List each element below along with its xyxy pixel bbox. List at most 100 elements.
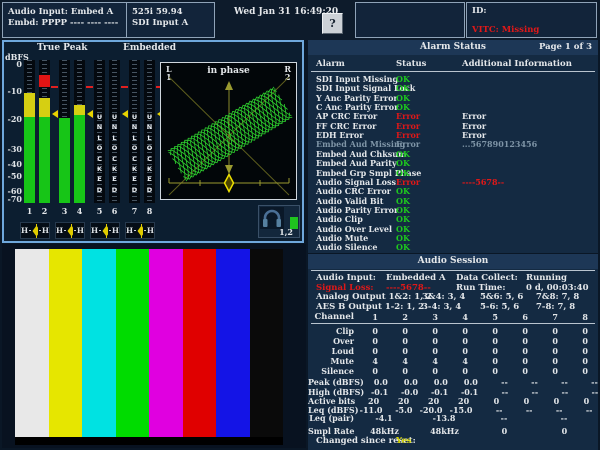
audio-meter-ch6: UNLOCKED [109,60,120,203]
channel-number-label: 1 [24,206,35,216]
session-cell: 0 [504,356,534,366]
session-cell: 0 [474,356,504,366]
session-row-label: Loud [308,346,354,356]
reference-marker [122,110,128,118]
changed-since-reset-value: Yes [396,436,412,446]
session-cell: 0 [444,366,474,376]
scale-tick-label: -20 [5,114,22,124]
session-cell: 0.0 [424,377,454,387]
session-cell: 0 [474,366,504,376]
channel-number-header: 7 [534,312,564,322]
session-cell: 0 [354,346,384,356]
session-cell: 0 [444,346,474,356]
session-cell: -- [484,377,514,387]
video-frame [15,249,283,445]
session-pair-cell: -13.8 [414,413,474,423]
headphone-monitor-box[interactable]: 1,2 [258,205,300,238]
output-mapping-text: 5&6: 5, 6 [480,292,523,302]
channel-number-label: 8 [144,206,155,216]
session-row: Clip00000000 [308,326,598,336]
embedded-label: Embedded [123,43,176,53]
session-row-label: Mute [308,356,354,366]
peak-marker [121,86,128,88]
phase-diamond-icon [32,224,38,238]
session-cell: -- [574,377,600,387]
session-cell: 0 [354,336,384,346]
format-line2: SDI Input A [132,18,214,29]
scale-tick-label: -30 [5,144,22,154]
phase-right-glyph: H [112,227,119,234]
meter-title: True Peak [37,43,88,53]
phase-right-glyph: H [147,227,154,234]
vitc-status: VITC: Missing [472,25,596,36]
channel-number-header: 5 [474,312,504,322]
audio-input-line1: Audio Input: Embed A [8,7,127,18]
session-cell: 0 [384,346,414,356]
col-additional-info: Additional Information [462,59,572,69]
unlocked-label: UNLOCKED [109,112,120,195]
unlocked-label: UNLOCKED [129,112,140,195]
peak-marker [51,86,58,88]
session-row-label: Leq (pair) [308,413,354,423]
audio-input-line2: Embd: PPPP ---- ---- ---- [8,18,127,29]
audio-meter-ch3 [59,60,70,203]
session-row: Silence00000000 [308,366,598,376]
channel-number-label: 2 [39,206,50,216]
audio-session-panel: Audio Session Audio Input: Embedded A Da… [308,254,598,450]
meter-segment-green [39,117,50,203]
session-cell: 0 [414,346,444,356]
session-cell: 0 [564,346,594,356]
picture-tile[interactable] [2,244,306,448]
meter-segment-yellow [39,98,50,116]
session-cell: 4 [354,356,384,366]
channel-number-header: 1 [354,312,384,322]
audio-level-meters: 1234UNLOCKED5UNLOCKED6UNLOCKED7UNLOCKED8 [24,60,170,220]
audio-tile[interactable]: True Peak Embedded dBFS 0-10-20-30-40-50… [2,40,304,243]
session-cell: 0 [384,366,414,376]
session-cell: 0 [534,356,564,366]
session-cell: 0.0 [394,377,424,387]
color-bar [49,249,83,437]
session-cell: 0 [384,336,414,346]
scale-tick-label: -10 [5,86,22,96]
phase-right-glyph: H [42,227,49,234]
output-mapping-text: 7-8: 7, 8 [536,302,575,312]
channel-number-label: 5 [94,206,105,216]
session-cell: 0 [504,326,534,336]
audio-meter-ch4 [74,60,85,203]
output-mapping-text: 3&4: 3, 4 [422,292,465,302]
help-button[interactable]: ? [322,13,343,34]
data-collect-label: Data Collect: [456,273,518,283]
session-cell: 0 [564,326,594,336]
session-pair-cell: 48kHz [414,426,474,436]
output-mapping-text: AES B Output 1-2: 1, 2 [316,302,424,312]
top-status-bar: Audio Input: Embed A Embd: PPPP ---- ---… [0,0,600,40]
session-pair-cell: -4.1 [354,413,414,423]
lissajous-display: L 1 in phase R 2 [160,62,297,200]
col-status: Status [396,59,426,69]
channel-number-label: 7 [129,206,140,216]
session-row-label: Smpl Rate [308,426,354,436]
session-cell: 0 [534,346,564,356]
format-line1: 525i 59.94 [132,7,214,18]
channel-number-header: 3 [414,312,444,322]
monitor-pair-label: 1,2 [279,227,293,237]
session-cell: 0 [504,336,534,346]
phase-right-glyph: H [77,227,84,234]
channel-number-header: 2 [384,312,414,322]
output-mapping-text: 5-6: 5, 6 [480,302,519,312]
output-mapping-text: 3-4: 3, 4 [422,302,461,312]
session-cell: 0 [354,326,384,336]
audio-meter-ch5: UNLOCKED [94,60,105,203]
session-cell: 0 [504,346,534,356]
data-collect-value: Running [526,273,567,283]
reference-marker [52,110,58,118]
session-cell: 0 [414,326,444,336]
channel-number-header: 6 [504,312,534,322]
color-bar [82,249,116,437]
color-bars [15,249,283,437]
session-cell: 0 [564,366,594,376]
color-bar [15,249,49,437]
audio-meter-ch8: UNLOCKED [144,60,155,203]
phase-diamond-icon [102,224,108,238]
